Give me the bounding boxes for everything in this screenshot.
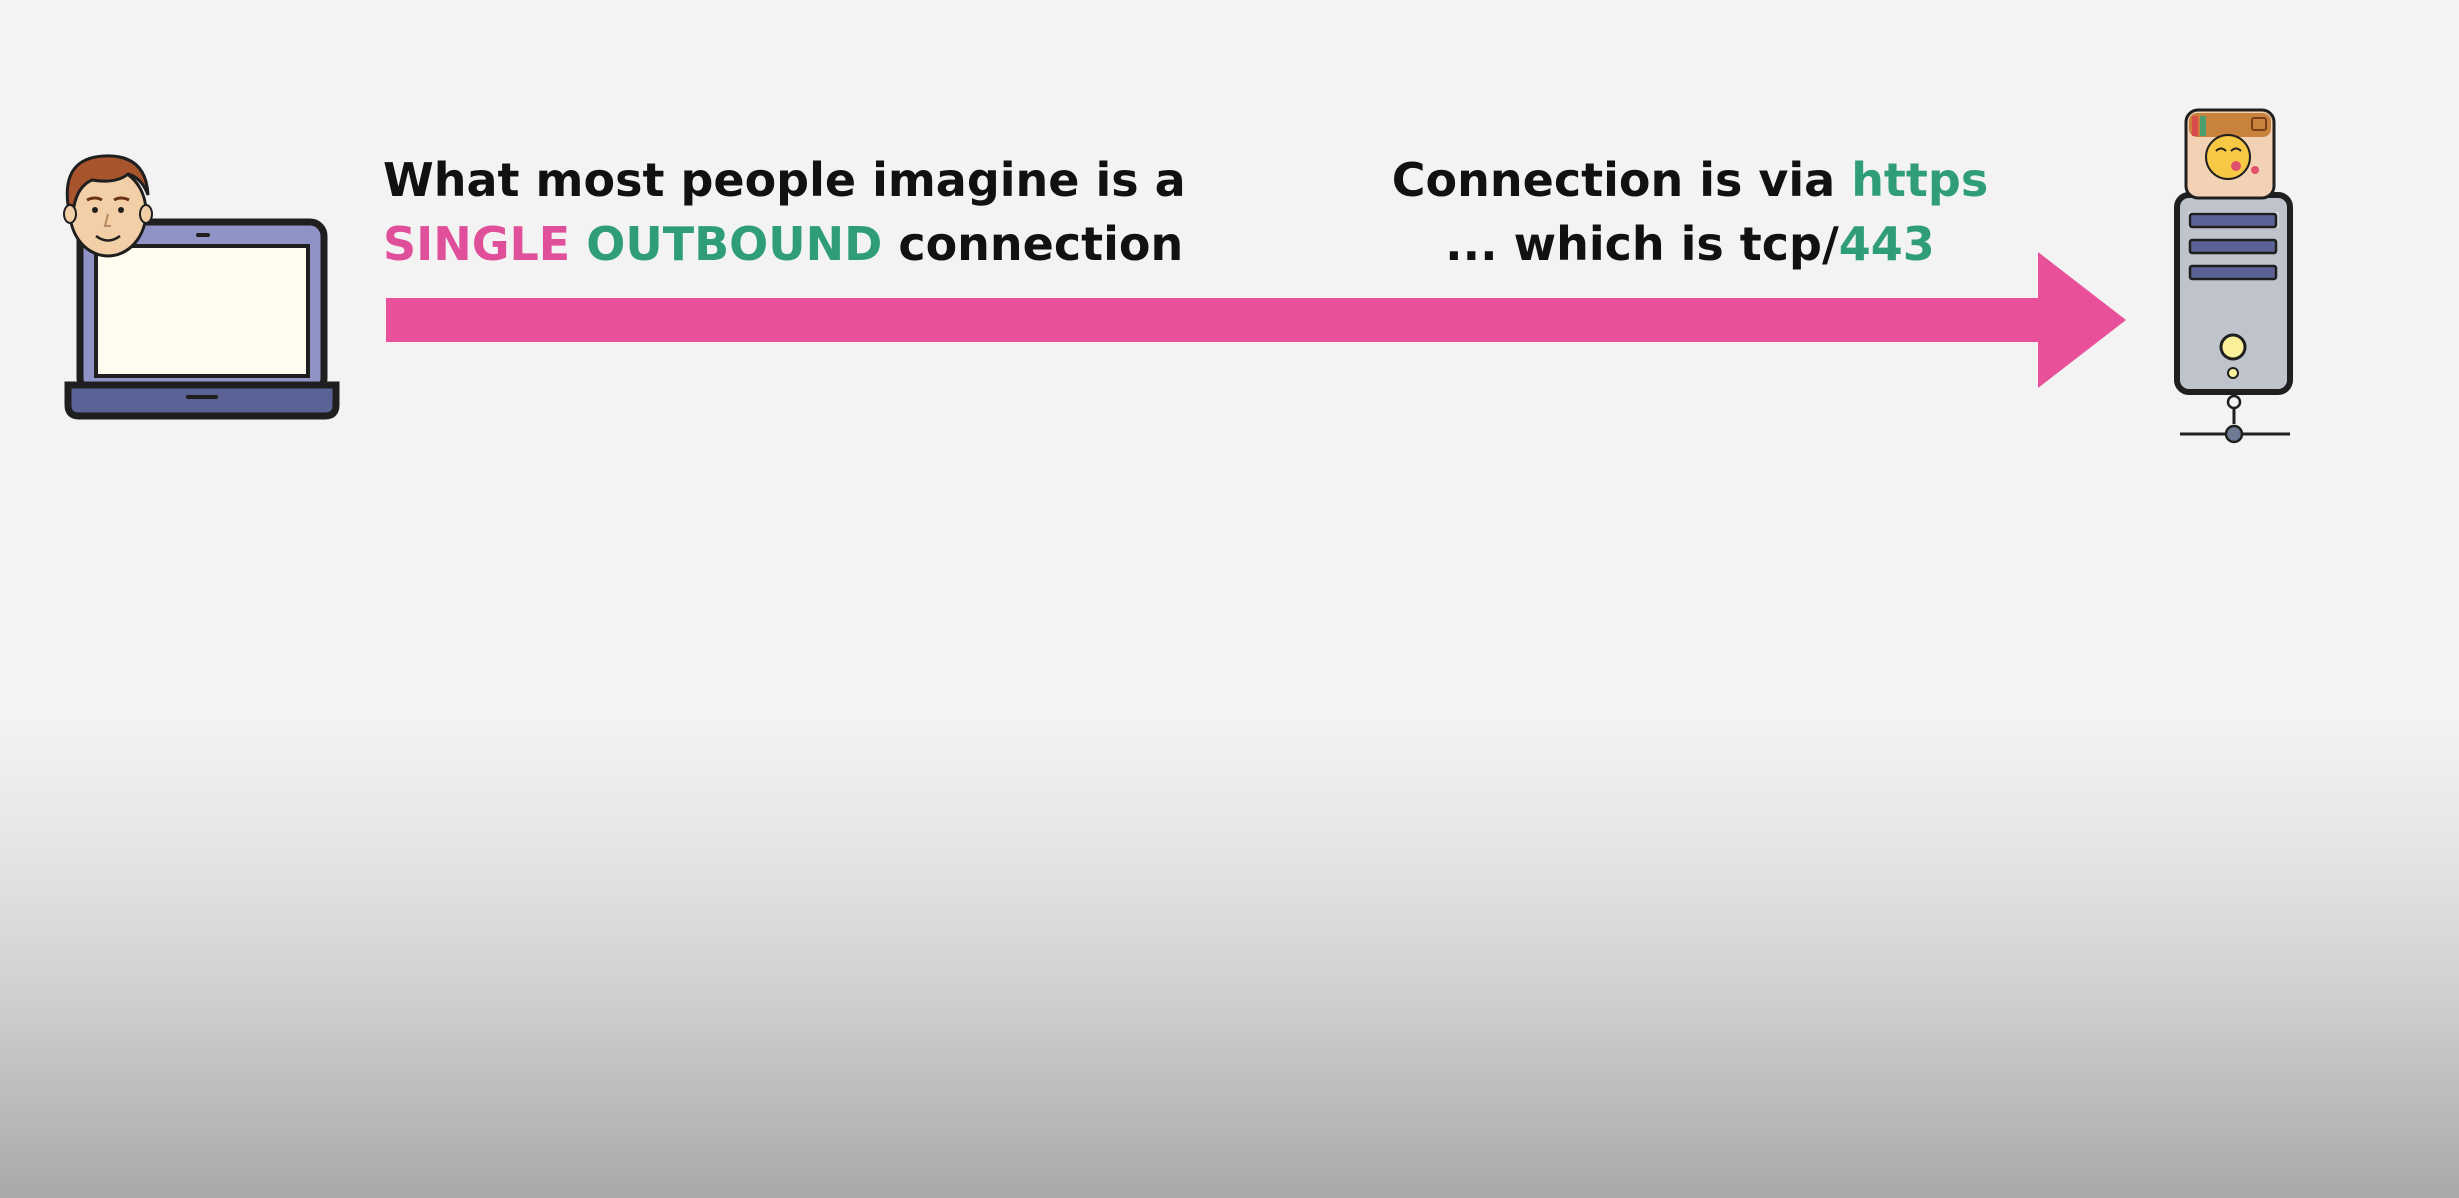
highlight-single: SINGLE — [383, 217, 571, 271]
caption-right-line1: Connection is via https — [1390, 148, 1990, 212]
caption-right-line2: ... which is tcp/443 — [1390, 212, 1990, 276]
highlight-outbound: OUTBOUND — [586, 217, 883, 271]
user-laptop-icon — [63, 154, 340, 420]
highlight-https: https — [1851, 153, 1989, 207]
connection-via-text: Connection is via — [1391, 153, 1836, 207]
app-avatar-icon — [2184, 108, 2276, 200]
caption-left-line1: What most people imagine is a — [383, 153, 1186, 207]
caption-single-outbound: What most people imagine is a SINGLE OUT… — [383, 148, 1186, 276]
highlight-port: 443 — [1838, 217, 1935, 271]
tcp-text: ... which is tcp/ — [1445, 217, 1839, 271]
connection-diagram — [63, 108, 2293, 444]
caption-left-line2: SINGLE OUTBOUND connection — [383, 212, 1183, 276]
server-icon — [2174, 192, 2293, 444]
caption-https: Connection is via https ... which is tcp… — [1390, 148, 1990, 276]
word-connection: connection — [898, 217, 1184, 271]
